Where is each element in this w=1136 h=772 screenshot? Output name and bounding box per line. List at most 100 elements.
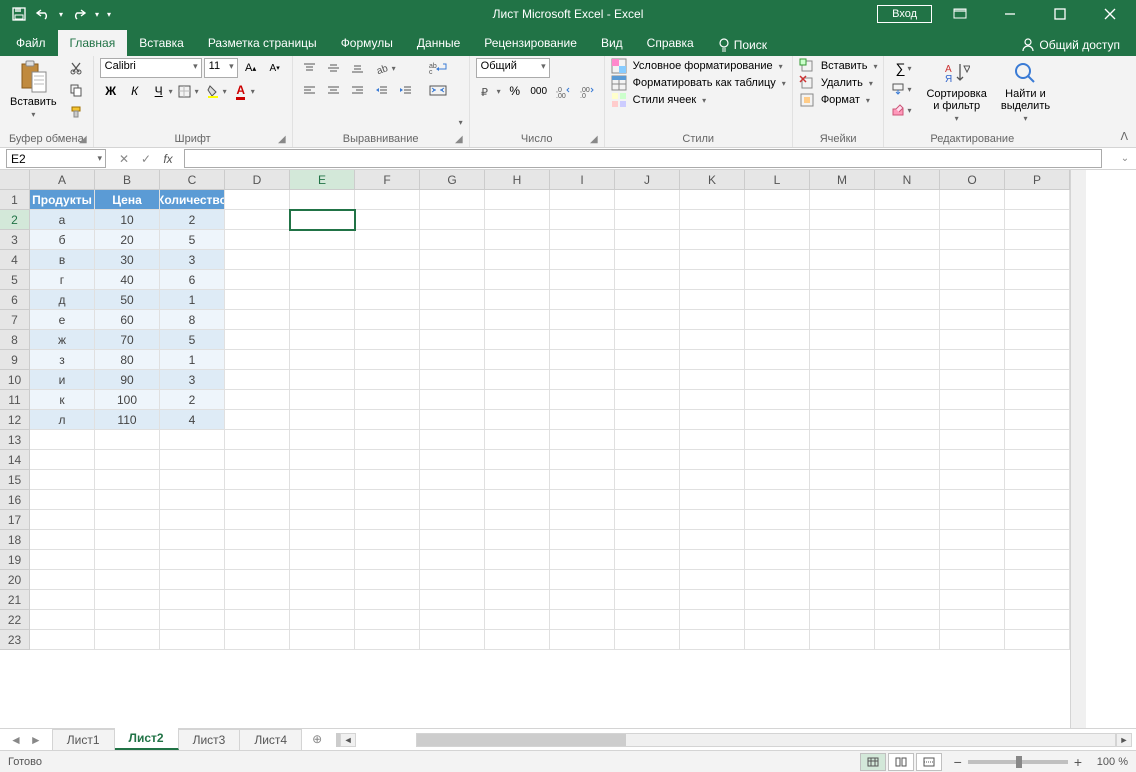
cell[interactable]: [290, 570, 355, 590]
cell[interactable]: [160, 610, 225, 630]
cell[interactable]: 3: [160, 250, 225, 270]
cell[interactable]: [225, 410, 290, 430]
cell[interactable]: [355, 350, 420, 370]
cell[interactable]: [1005, 330, 1070, 350]
cell[interactable]: [1005, 390, 1070, 410]
cell[interactable]: [810, 590, 875, 610]
cell[interactable]: [940, 510, 1005, 530]
cell[interactable]: д: [30, 290, 95, 310]
cell[interactable]: [680, 250, 745, 270]
cell[interactable]: [940, 430, 1005, 450]
cell[interactable]: [290, 510, 355, 530]
increase-indent-icon[interactable]: [395, 80, 417, 100]
cell[interactable]: [680, 550, 745, 570]
cell[interactable]: [95, 570, 160, 590]
cell[interactable]: [95, 510, 160, 530]
formula-input[interactable]: [184, 149, 1102, 168]
underline-button[interactable]: Ч: [148, 81, 170, 101]
cell[interactable]: [420, 570, 485, 590]
cell[interactable]: [420, 410, 485, 430]
cell[interactable]: [875, 210, 940, 230]
cell[interactable]: [290, 550, 355, 570]
cell[interactable]: [680, 310, 745, 330]
cell[interactable]: [615, 550, 680, 570]
orientation-icon[interactable]: ab: [371, 58, 393, 78]
cell[interactable]: [420, 310, 485, 330]
cell[interactable]: [1005, 610, 1070, 630]
cell[interactable]: [420, 470, 485, 490]
cell[interactable]: [680, 230, 745, 250]
cell[interactable]: [485, 210, 550, 230]
col-header[interactable]: N: [875, 170, 940, 190]
cell[interactable]: [485, 230, 550, 250]
col-header[interactable]: L: [745, 170, 810, 190]
view-normal-icon[interactable]: [860, 753, 886, 771]
cell[interactable]: [810, 290, 875, 310]
cell[interactable]: [680, 370, 745, 390]
accounting-format-icon[interactable]: ₽: [476, 81, 498, 101]
qat-customize-icon[interactable]: ▾: [104, 3, 114, 25]
cell[interactable]: л: [30, 410, 95, 430]
col-header[interactable]: B: [95, 170, 160, 190]
cell[interactable]: 10: [95, 210, 160, 230]
format-cells-button[interactable]: Формат ▾: [799, 92, 878, 108]
cell[interactable]: б: [30, 230, 95, 250]
cell[interactable]: [1005, 350, 1070, 370]
cell[interactable]: [680, 490, 745, 510]
col-header[interactable]: O: [940, 170, 1005, 190]
cell[interactable]: [550, 510, 615, 530]
find-select-button[interactable]: Найти и выделить ▾: [997, 58, 1054, 125]
cell[interactable]: [550, 230, 615, 250]
cell[interactable]: [875, 630, 940, 650]
cell[interactable]: [615, 630, 680, 650]
cell[interactable]: 60: [95, 310, 160, 330]
sheet-tab[interactable]: Лист1: [53, 729, 115, 750]
cell[interactable]: [680, 270, 745, 290]
cell[interactable]: з: [30, 350, 95, 370]
cell[interactable]: [810, 330, 875, 350]
signin-button[interactable]: Вход: [877, 5, 932, 23]
cell[interactable]: 1: [160, 290, 225, 310]
cell[interactable]: [940, 470, 1005, 490]
cell[interactable]: [290, 390, 355, 410]
font-size-combo[interactable]: 11: [204, 58, 238, 78]
clear-icon[interactable]: ▾: [890, 100, 912, 120]
row-header[interactable]: 23: [0, 630, 30, 650]
cell[interactable]: [420, 550, 485, 570]
cell[interactable]: [550, 470, 615, 490]
cell[interactable]: [615, 570, 680, 590]
font-dialog-launcher-icon[interactable]: ◢: [278, 134, 286, 145]
redo-dropdown-icon[interactable]: ▾: [92, 3, 102, 25]
cell[interactable]: [810, 470, 875, 490]
cell[interactable]: [745, 310, 810, 330]
cell[interactable]: [290, 490, 355, 510]
cell[interactable]: 90: [95, 370, 160, 390]
cell[interactable]: [225, 630, 290, 650]
cell[interactable]: [420, 350, 485, 370]
cell[interactable]: [550, 490, 615, 510]
cell[interactable]: [550, 370, 615, 390]
cell[interactable]: [290, 210, 355, 230]
cell[interactable]: [355, 550, 420, 570]
cell[interactable]: [745, 530, 810, 550]
cell[interactable]: [875, 410, 940, 430]
cell[interactable]: [875, 450, 940, 470]
cell[interactable]: [745, 270, 810, 290]
cell[interactable]: [810, 570, 875, 590]
cell[interactable]: [680, 510, 745, 530]
cell[interactable]: [290, 190, 355, 210]
cell[interactable]: [810, 450, 875, 470]
cell[interactable]: [1005, 430, 1070, 450]
align-right-icon[interactable]: [347, 80, 369, 100]
cell[interactable]: [680, 410, 745, 430]
row-header[interactable]: 3: [0, 230, 30, 250]
cell[interactable]: [810, 610, 875, 630]
cell[interactable]: [355, 410, 420, 430]
cell[interactable]: 40: [95, 270, 160, 290]
cell[interactable]: [290, 430, 355, 450]
delete-cells-button[interactable]: Удалить ▾: [799, 75, 878, 91]
cell[interactable]: [225, 350, 290, 370]
cell[interactable]: [355, 470, 420, 490]
decrease-decimal-icon[interactable]: ,00,0: [576, 81, 598, 101]
name-box[interactable]: E2: [6, 149, 106, 168]
